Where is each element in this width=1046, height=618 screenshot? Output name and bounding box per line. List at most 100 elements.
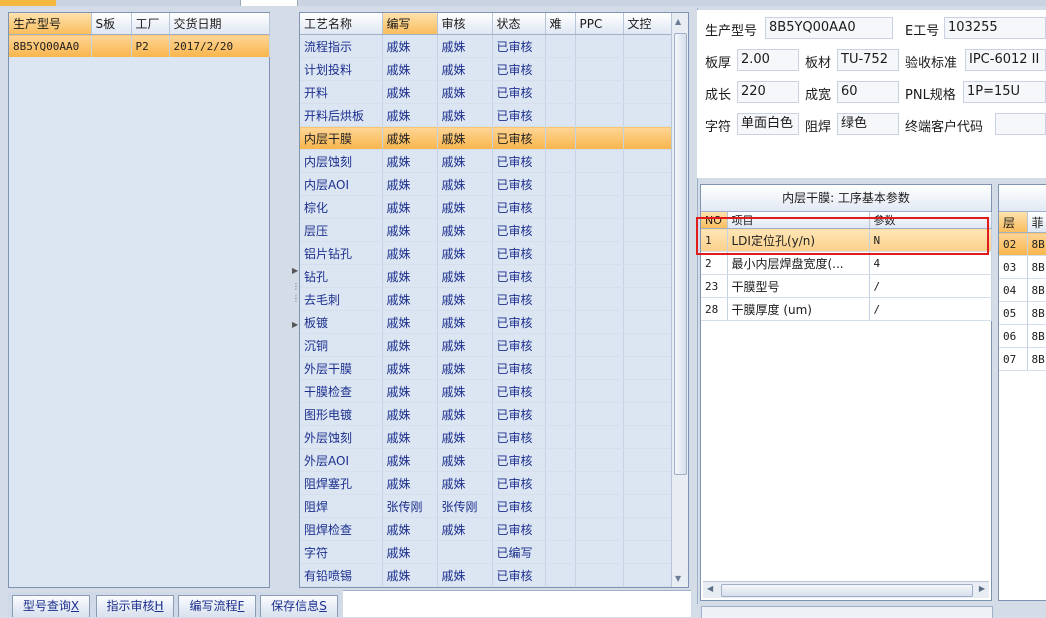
table-row[interactable]: 07 8B	[999, 347, 1046, 371]
silkscreen-field[interactable]: 单面白色	[737, 113, 799, 135]
table-row[interactable]: 图形电镀 戚姝 戚姝 已审核	[300, 402, 673, 426]
customer-code-field[interactable]	[995, 113, 1046, 135]
cell-writer: 戚姝	[382, 34, 438, 58]
solder-mask-field[interactable]: 绿色	[837, 113, 899, 135]
table-row[interactable]: 外层AOI 戚姝 戚姝 已审核	[300, 448, 673, 472]
cell-writer: 戚姝	[382, 471, 438, 495]
table-row[interactable]: 钻孔 戚姝 戚姝 已审核	[300, 264, 673, 288]
scroll-left-icon[interactable]: ◀	[707, 584, 713, 593]
cell-writer: 戚姝	[382, 540, 438, 564]
cell-writer: 戚姝	[382, 402, 438, 426]
col-process-name[interactable]: 工艺名称	[300, 13, 383, 35]
table-row[interactable]: 06 8B	[999, 324, 1046, 348]
scroll-up-icon[interactable]: ▲	[675, 17, 681, 26]
review-instruction-button[interactable]: 指示审核H	[96, 595, 174, 617]
col-s-board[interactable]: S板	[91, 13, 132, 35]
col-film[interactable]: 菲	[1027, 212, 1046, 233]
table-row[interactable]: 阻焊检查 戚姝 戚姝 已审核	[300, 517, 673, 541]
table-row[interactable]: 内层AOI 戚姝 戚姝 已审核	[300, 172, 673, 196]
cell-doc-control	[623, 195, 673, 219]
col-ppc[interactable]: PPC	[575, 13, 624, 35]
model-query-button[interactable]: 型号查询X	[12, 595, 90, 617]
cell-ppc	[575, 425, 624, 449]
cell-process-name: 内层蚀刻	[300, 149, 383, 173]
table-row[interactable]: 开料后烘板 戚姝 戚姝 已审核	[300, 103, 673, 127]
scroll-thumb[interactable]	[674, 33, 687, 475]
toolbar-field-edge[interactable]	[240, 0, 298, 6]
thickness-field[interactable]: 2.00	[737, 49, 799, 71]
cell-ppc	[575, 310, 624, 334]
table-row[interactable]: 板镀 戚姝 戚姝 已审核	[300, 310, 673, 334]
length-field[interactable]: 220	[737, 81, 799, 103]
table-row[interactable]: 沉铜 戚姝 戚姝 已审核	[300, 333, 673, 357]
table-row[interactable]: 开料 戚姝 戚姝 已审核	[300, 80, 673, 104]
cell-process-name: 层压	[300, 218, 383, 242]
scroll-down-icon[interactable]: ▼	[675, 574, 681, 583]
panel-splitter[interactable]: ▶ ⋮ ⋮ ▶	[290, 260, 300, 340]
cell-reviewer: 戚姝	[437, 195, 493, 219]
material-label: 板材	[805, 56, 832, 71]
col-status[interactable]: 状态	[492, 13, 546, 35]
material-field[interactable]: TU-752	[837, 49, 899, 71]
col-factory[interactable]: 工厂	[131, 13, 170, 35]
cell-difficulty	[545, 218, 576, 242]
cell-difficulty	[545, 310, 576, 334]
table-row[interactable]: 8B5YQ00AA0 P2 2017/2/20	[9, 34, 270, 57]
cell-doc-control	[623, 494, 673, 518]
table-row[interactable]: 外层蚀刻 戚姝 戚姝 已审核	[300, 425, 673, 449]
table-row[interactable]: 02 8B	[999, 232, 1046, 256]
table-row[interactable]: 23 干膜型号 /	[701, 274, 992, 298]
table-row[interactable]: 有铅喷锡 戚姝 戚姝 已审核	[300, 563, 673, 587]
write-process-button[interactable]: 编写流程F	[178, 595, 256, 617]
table-row[interactable]: 28 干膜厚度 (um) /	[701, 297, 992, 321]
active-tab-edge[interactable]	[0, 0, 56, 6]
table-row[interactable]: 去毛刺 戚姝 戚姝 已审核	[300, 287, 673, 311]
cell-process-name: 内层干膜	[300, 126, 383, 150]
table-row[interactable]: 流程指示 戚姝 戚姝 已审核	[300, 34, 673, 58]
cell-reviewer: 戚姝	[437, 287, 493, 311]
cell-ppc	[575, 379, 624, 403]
table-row[interactable]: 阻焊塞孔 戚姝 戚姝 已审核	[300, 471, 673, 495]
table-row[interactable]: 内层蚀刻 戚姝 戚姝 已审核	[300, 149, 673, 173]
param-horizontal-scrollbar[interactable]: ◀ ▶	[703, 581, 989, 598]
table-row[interactable]: 04 8B	[999, 278, 1046, 302]
cell-writer: 戚姝	[382, 172, 438, 196]
col-reviewer[interactable]: 审核	[437, 13, 493, 35]
col-layer[interactable]: 层	[999, 212, 1028, 233]
table-row[interactable]: 干膜检查 戚姝 戚姝 已审核	[300, 379, 673, 403]
table-row[interactable]: 阻焊 张传刚 张传刚 已审核	[300, 494, 673, 518]
col-model[interactable]: 生产型号	[9, 13, 92, 35]
table-row[interactable]: 层压 戚姝 戚姝 已审核	[300, 218, 673, 242]
save-info-button[interactable]: 保存信息S	[260, 595, 338, 617]
table-row[interactable]: 外层干膜 戚姝 戚姝 已审核	[300, 356, 673, 380]
process-vertical-scrollbar[interactable]: ▲ ▼	[671, 13, 688, 587]
scroll-right-icon[interactable]: ▶	[979, 584, 985, 593]
cell-status: 已审核	[492, 241, 546, 265]
scroll-thumb[interactable]	[721, 584, 973, 597]
cell-status: 已审核	[492, 494, 546, 518]
width-field[interactable]: 60	[837, 81, 899, 103]
table-row[interactable]: 计划投料 戚姝 戚姝 已审核	[300, 57, 673, 81]
cell-process-name: 铝片钻孔	[300, 241, 383, 265]
col-delivery-date[interactable]: 交货日期	[169, 13, 270, 35]
col-difficulty[interactable]: 难	[545, 13, 576, 35]
cell-ppc	[575, 149, 624, 173]
table-row[interactable]: 05 8B	[999, 301, 1046, 325]
col-writer[interactable]: 编写	[382, 13, 438, 35]
standard-field[interactable]: IPC-6012 II	[965, 49, 1046, 71]
table-row[interactable]: 棕化 戚姝 戚姝 已审核	[300, 195, 673, 219]
table-row[interactable]: 03 8B	[999, 255, 1046, 279]
cell-status: 已审核	[492, 172, 546, 196]
cell-item: 干膜型号	[727, 274, 870, 298]
table-row[interactable]: 内层干膜 戚姝 戚姝 已审核	[300, 126, 673, 150]
model-list-grid: 生产型号 S板 工厂 交货日期 8B5YQ00AA0 P2 2017/2/20	[8, 12, 270, 588]
eno-field[interactable]: 103255	[944, 17, 1046, 39]
table-row[interactable]: 字符 戚姝 已编写	[300, 540, 673, 564]
pnl-field[interactable]: 1P=15U	[963, 81, 1046, 103]
bottom-tab[interactable]	[701, 606, 993, 618]
cell-status: 已审核	[492, 356, 546, 380]
model-field[interactable]: 8B5YQ00AA0	[765, 17, 893, 39]
col-doc-control[interactable]: 文控	[623, 13, 673, 35]
table-row[interactable]: 铝片钻孔 戚姝 戚姝 已审核	[300, 241, 673, 265]
cell-doc-control	[623, 425, 673, 449]
